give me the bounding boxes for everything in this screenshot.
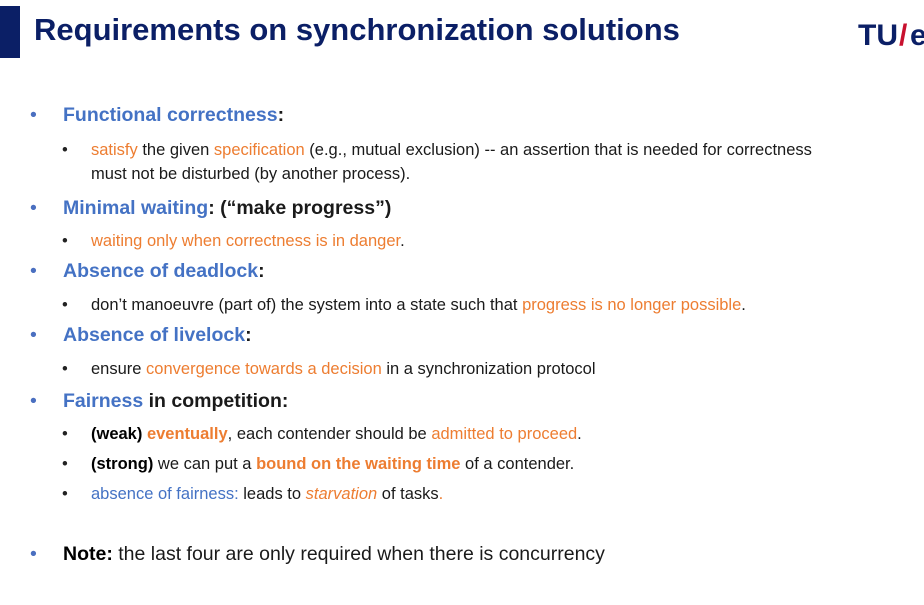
note-text: the last four are only required when the… xyxy=(112,543,605,565)
sub-bullet-fairness-absence: • absence of fairness: leads to starvatio… xyxy=(62,485,444,503)
bullet-minimal-waiting: • Minimal waiting: (“make progress”) xyxy=(30,197,392,219)
sub-bullet-fairness-strong: • (strong) we can put a bound on the wait… xyxy=(62,455,575,473)
heading-functional-correctness: Functional correctness xyxy=(63,104,278,126)
heading-fairness: Fairness xyxy=(63,390,144,412)
bullet-absence-of-deadlock: • Absence of deadlock: xyxy=(30,260,265,282)
sub-bullet-deadlock: • don’t manoeuvre (part of) the system in… xyxy=(62,296,746,314)
sub-bullet-livelock: • ensure convergence towards a decision i… xyxy=(62,360,596,378)
sub-bullet-fairness-weak: • (weak) eventually, each contender shoul… xyxy=(62,425,582,443)
note-label: Note: xyxy=(63,543,113,565)
slide-body: • Functional correctness: • satisfy the gi… xyxy=(0,0,924,605)
bullet-fairness: • Fairness in competition: xyxy=(30,390,289,412)
sub-bullet-satisfy-spec: • satisfy the given specification (e.g., … xyxy=(62,141,812,183)
sub-bullet-waiting: • waiting only when correctness is in dan… xyxy=(62,232,405,250)
bullet-note: • Note: the last four are only required w… xyxy=(30,543,605,565)
bullet-marker: • xyxy=(30,104,37,126)
heading-absence-of-deadlock: Absence of deadlock xyxy=(63,260,259,282)
bullet-functional-correctness: • Functional correctness: xyxy=(30,104,285,126)
heading-minimal-waiting: Minimal waiting xyxy=(63,197,209,219)
heading-absence-of-livelock: Absence of livelock xyxy=(63,324,246,346)
bullet-absence-of-livelock: • Absence of livelock: xyxy=(30,324,252,346)
